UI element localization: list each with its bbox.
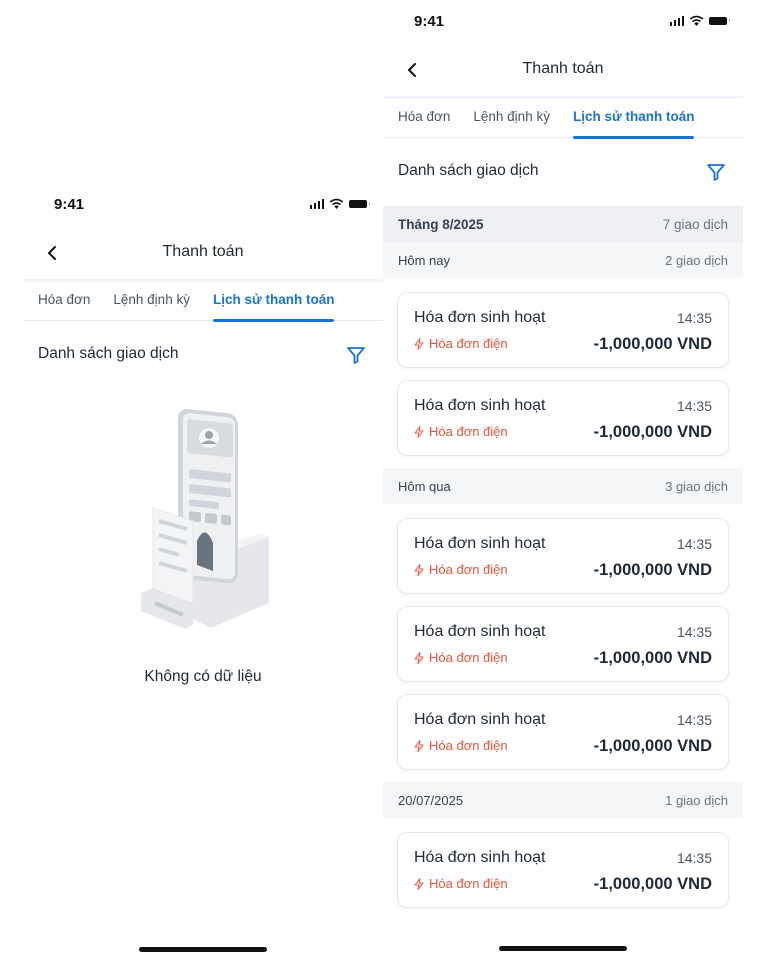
- signal-icon: [309, 198, 324, 209]
- transaction-category: Hóa đơn điện: [414, 738, 508, 753]
- transaction-amount: -1,000,000 VND: [593, 561, 712, 579]
- status-time: 9:41: [54, 196, 85, 213]
- page-title: Thanh toán: [522, 60, 604, 77]
- transaction-category: Hóa đơn điện: [414, 562, 508, 577]
- month-label: Tháng 8/2025: [398, 216, 484, 232]
- transaction-list: Hóa đơn sinh hoạt 14:35 Hóa đơn điện -1,…: [383, 818, 743, 908]
- battery-icon: [349, 199, 370, 208]
- wifi-icon: [689, 15, 704, 26]
- empty-state-illustration: [141, 408, 269, 629]
- signal-icon: [669, 15, 684, 26]
- transaction-title: Hóa đơn sinh hoạt: [414, 849, 546, 866]
- empty-history-screen: 9:41 Thanh toán Hóa đơn Lệnh định kỳ Lịc…: [23, 183, 383, 963]
- category-label: Hóa đơn điện: [429, 876, 508, 891]
- transaction-card[interactable]: Hóa đơn sinh hoạt 14:35 Hóa đơn điện -1,…: [397, 292, 729, 368]
- tab-bar: Hóa đơn Lệnh định kỳ Lịch sử thanh toán: [383, 96, 743, 139]
- transaction-card[interactable]: Hóa đơn sinh hoạt 14:35 Hóa đơn điện -1,…: [397, 694, 729, 770]
- category-label: Hóa đơn điện: [429, 336, 508, 351]
- filter-button[interactable]: [345, 344, 367, 366]
- transaction-list: Hóa đơn sinh hoạt 14:35 Hóa đơn điện -1,…: [383, 504, 743, 770]
- lightning-icon: [414, 337, 424, 350]
- transaction-time: 14:35: [676, 850, 712, 866]
- list-header: Danh sách giao dịch: [23, 321, 383, 389]
- status-time: 9:41: [414, 13, 445, 30]
- day-count: 2 giao dịch: [665, 252, 728, 268]
- day-header: 20/07/2025 1 giao dịch: [383, 782, 743, 818]
- lightning-icon: [414, 563, 424, 576]
- list-title: Danh sách giao dịch: [398, 162, 539, 179]
- transaction-title: Hóa đơn sinh hoạt: [414, 535, 546, 552]
- lightning-icon: [414, 877, 424, 890]
- transaction-amount: -1,000,000 VND: [593, 423, 712, 441]
- transaction-time: 14:35: [676, 536, 712, 552]
- day-label: Hôm qua: [398, 478, 451, 494]
- filter-icon: [347, 347, 365, 364]
- transaction-card[interactable]: Hóa đơn sinh hoạt 14:35 Hóa đơn điện -1,…: [397, 518, 729, 594]
- transaction-amount: -1,000,000 VND: [593, 649, 712, 667]
- tab-bar: Hóa đơn Lệnh định kỳ Lịch sử thanh toán: [23, 279, 383, 322]
- empty-state-text: Không có dữ liệu: [144, 668, 262, 685]
- transaction-card[interactable]: Hóa đơn sinh hoạt 14:35 Hóa đơn điện -1,…: [397, 832, 729, 908]
- nav-bar: Thanh toán: [23, 227, 383, 279]
- category-label: Hóa đơn điện: [429, 650, 508, 665]
- day-header: Hôm nay 2 giao dịch: [383, 242, 743, 278]
- tab-invoices[interactable]: Hóa đơn: [38, 282, 90, 321]
- page-title: Thanh toán: [162, 243, 244, 260]
- day-header: Hôm qua 3 giao dịch: [383, 468, 743, 504]
- category-label: Hóa đơn điện: [429, 424, 508, 439]
- transaction-amount: -1,000,000 VND: [593, 335, 712, 353]
- transaction-title: Hóa đơn sinh hoạt: [414, 623, 546, 640]
- tab-payment-history[interactable]: Lịch sử thanh toán: [572, 99, 694, 139]
- wifi-icon: [329, 198, 344, 209]
- transaction-amount: -1,000,000 VND: [593, 737, 712, 755]
- nav-bar: Thanh toán: [383, 44, 743, 96]
- status-icons: [309, 198, 370, 209]
- battery-icon: [709, 16, 730, 25]
- day-count: 1 giao dịch: [665, 792, 728, 808]
- month-count: 7 giao dịch: [662, 216, 728, 232]
- filter-icon: [707, 164, 725, 181]
- transaction-card[interactable]: Hóa đơn sinh hoạt 14:35 Hóa đơn điện -1,…: [397, 380, 729, 456]
- month-header: Tháng 8/2025 7 giao dịch: [383, 206, 743, 242]
- lightning-icon: [414, 651, 424, 664]
- home-indicator: [139, 947, 267, 952]
- status-bar: 9:41: [383, 0, 743, 44]
- transaction-category: Hóa đơn điện: [414, 424, 508, 439]
- transaction-time: 14:35: [676, 398, 712, 414]
- category-label: Hóa đơn điện: [429, 562, 508, 577]
- transaction-title: Hóa đơn sinh hoạt: [414, 309, 546, 326]
- history-list-screen: 9:41 Thanh toán Hóa đơn Lệnh định kỳ Lịc…: [383, 0, 743, 963]
- lightning-icon: [414, 739, 424, 752]
- transaction-title: Hóa đơn sinh hoạt: [414, 397, 546, 414]
- transaction-time: 14:35: [676, 712, 712, 728]
- transaction-category: Hóa đơn điện: [414, 336, 508, 351]
- tab-recurring-orders[interactable]: Lệnh định kỳ: [113, 282, 190, 321]
- home-indicator: [499, 946, 627, 951]
- tab-invoices[interactable]: Hóa đơn: [398, 99, 450, 138]
- day-label: Hôm nay: [398, 252, 451, 268]
- day-label: 20/07/2025: [398, 792, 464, 808]
- transaction-title: Hóa đơn sinh hoạt: [414, 711, 546, 728]
- list-title: Danh sách giao dịch: [38, 345, 179, 362]
- transaction-category: Hóa đơn điện: [414, 650, 508, 665]
- transaction-amount: -1,000,000 VND: [593, 875, 712, 893]
- list-header: Danh sách giao dịch: [383, 138, 743, 206]
- status-icons: [669, 15, 730, 26]
- category-label: Hóa đơn điện: [429, 738, 508, 753]
- filter-button[interactable]: [705, 161, 727, 183]
- transaction-time: 14:35: [676, 624, 712, 640]
- tab-payment-history[interactable]: Lịch sử thanh toán: [212, 282, 334, 322]
- tab-recurring-orders[interactable]: Lệnh định kỳ: [473, 99, 550, 138]
- status-bar: 9:41: [23, 183, 383, 227]
- transaction-list: Hóa đơn sinh hoạt 14:35 Hóa đơn điện -1,…: [383, 278, 743, 456]
- transaction-time: 14:35: [676, 310, 712, 326]
- lightning-icon: [414, 425, 424, 438]
- transaction-card[interactable]: Hóa đơn sinh hoạt 14:35 Hóa đơn điện -1,…: [397, 606, 729, 682]
- day-count: 3 giao dịch: [665, 478, 728, 494]
- transaction-category: Hóa đơn điện: [414, 876, 508, 891]
